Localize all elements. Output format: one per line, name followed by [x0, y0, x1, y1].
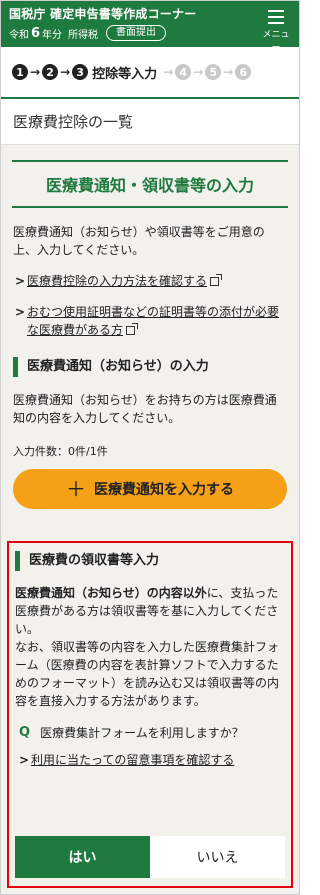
question-mark: Q	[19, 725, 31, 740]
agency-name: 国税庁	[9, 7, 46, 21]
receipt-text: 医療費通知（お知らせ）の内容以外に、支払った医療費がある方は領収書等を基に入力し…	[15, 584, 285, 710]
receipt-heading: 医療費の領収書等入力	[15, 551, 285, 571]
enter-medical-notice-label: 医療費通知を入力する	[94, 482, 234, 498]
external-window-icon	[126, 323, 139, 335]
tax-type: 所得税	[68, 29, 99, 41]
section-title: 医療費通知・領収書等の入力	[12, 160, 288, 208]
enter-medical-notice-button[interactable]: ＋ 医療費通知を入力する	[13, 469, 287, 509]
plus-icon: ＋	[66, 477, 86, 501]
step-2: 2	[42, 64, 59, 80]
notice-text: 医療費通知（お知らせ）をお持ちの方は医療費通知の内容を入力してください。	[13, 393, 277, 425]
notes-link[interactable]: > 利用に当たっての留意事項を確認する	[19, 751, 285, 769]
tax-year: 6	[31, 25, 41, 41]
arrow-right-icon: →	[163, 65, 174, 79]
chevron-right-icon: >	[15, 274, 26, 288]
yes-button[interactable]: はい	[15, 836, 150, 878]
entry-count: 入力件数：0件/1件	[13, 445, 108, 458]
site-brand: 国税庁 確定申告書等作成コーナー	[9, 6, 291, 22]
receipt-text-bold: 医療費通知（お知らせ）の内容以外	[15, 586, 207, 600]
no-button[interactable]: いいえ	[150, 836, 285, 878]
question-row: Q 医療費集計フォームを利用しますか？	[19, 724, 285, 741]
site-header: 国税庁 確定申告書等作成コーナー 令和 6 年分 所得税 書面提出 メニュー	[1, 1, 299, 53]
tax-year-row: 令和 6 年分 所得税 書面提出	[9, 25, 291, 41]
hamburger-icon-bar	[268, 22, 284, 24]
arrow-right-icon: →	[223, 65, 234, 79]
current-step-label: 控除等入力	[92, 66, 158, 82]
hamburger-icon	[268, 10, 284, 12]
era-label: 令和	[9, 29, 29, 41]
notes-link-text[interactable]: 利用に当たっての留意事項を確認する	[31, 751, 234, 769]
step-5: 5	[205, 64, 222, 80]
certificate-link[interactable]: > おむつ使用証明書などの証明書等の添付が必要な医療費がある方	[15, 303, 287, 339]
step-4: 4	[175, 64, 192, 80]
app-frame: 国税庁 確定申告書等作成コーナー 令和 6 年分 所得税 書面提出 メニュー 1…	[0, 0, 300, 895]
yes-no-buttons: はい いいえ	[15, 836, 285, 878]
intro-text: 医療費通知（お知らせ）や領収書等をご用意の上、入力してください。	[13, 225, 265, 257]
howto-link-text[interactable]: 医療費控除の入力方法を確認する	[27, 274, 207, 288]
menu-label: メニュー	[262, 30, 290, 53]
chevron-right-icon: >	[15, 305, 26, 319]
question-text: 医療費集計フォームを利用しますか？	[40, 726, 244, 740]
year-suffix: 年分	[42, 29, 63, 41]
arrow-right-icon: →	[30, 65, 41, 79]
chevron-right-icon: >	[19, 753, 30, 767]
step-indicator: 1 → 2 → 3 控除等入力 → 4 → 5 → 6	[1, 47, 299, 99]
arrow-right-icon: →	[193, 65, 204, 79]
paper-submission-badge: 書面提出	[106, 25, 167, 41]
step-6: 6	[235, 64, 252, 80]
site-title: 確定申告書等作成コーナー	[50, 7, 197, 21]
external-window-icon	[210, 274, 223, 286]
step-3: 3	[72, 64, 89, 80]
howto-link[interactable]: > 医療費控除の入力方法を確認する	[15, 272, 287, 290]
step-1: 1	[12, 64, 28, 80]
page-title: 医療費控除の一覧	[1, 99, 299, 145]
notice-heading: 医療費通知（お知らせ）の入力	[13, 357, 287, 377]
certificate-link-text[interactable]: おむつ使用証明書などの証明書等の添付が必要な医療費がある方	[27, 305, 279, 337]
menu-button[interactable]: メニュー	[259, 10, 293, 53]
arrow-right-icon: →	[60, 65, 71, 79]
hamburger-icon-bar	[268, 16, 284, 18]
receipt-text-2: なお、領収書等の内容を入力した医療費集計フォーム（医療費の内容を表計算ソフトで入…	[15, 640, 280, 708]
receipt-input-panel: 医療費の領収書等入力 医療費通知（お知らせ）の内容以外に、支払った医療費がある方…	[7, 541, 293, 888]
